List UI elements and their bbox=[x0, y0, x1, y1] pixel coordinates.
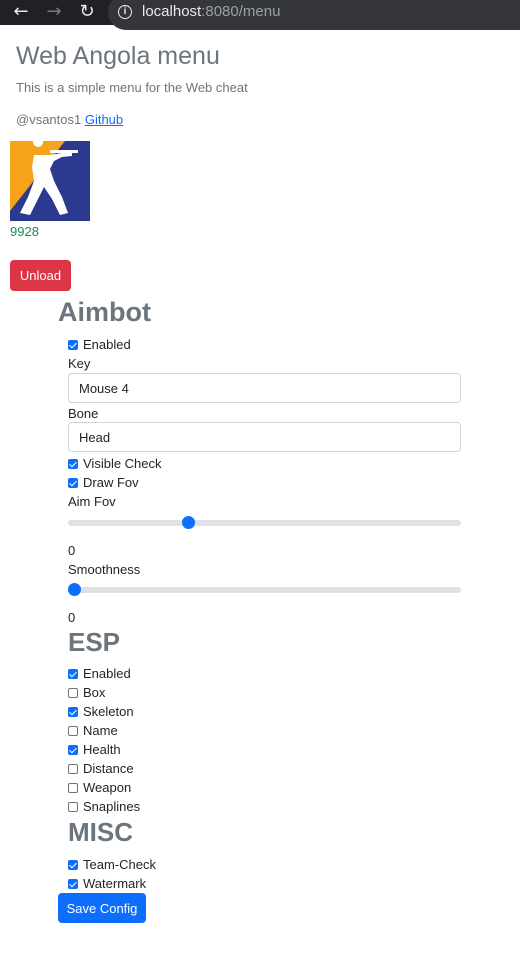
checkbox-label: Box bbox=[83, 685, 106, 700]
bone-label: Bone bbox=[68, 406, 99, 421]
checkbox-label: Visible Check bbox=[83, 456, 162, 471]
checkbox-label: Watermark bbox=[83, 876, 147, 891]
github-link[interactable]: Github bbox=[85, 112, 123, 127]
esp-health-checkbox[interactable]: Health bbox=[68, 741, 121, 758]
author-credit: @vsantos1 Github bbox=[16, 112, 123, 127]
visible-check-checkbox[interactable]: Visible Check bbox=[68, 455, 162, 472]
misc-team-check-checkbox[interactable]: Team-Check bbox=[68, 856, 156, 873]
draw-fov-checkbox[interactable]: Draw Fov bbox=[68, 474, 139, 491]
checkbox-label: Skeleton bbox=[83, 704, 134, 719]
checkbox-icon[interactable] bbox=[68, 801, 78, 812]
user-id: 9928 bbox=[10, 224, 39, 239]
slider-thumb[interactable] bbox=[68, 583, 81, 596]
esp-box-checkbox[interactable]: Box bbox=[68, 684, 105, 701]
checkbox-label: Health bbox=[83, 742, 121, 757]
checkbox-icon[interactable] bbox=[68, 763, 78, 774]
checkbox-label: Draw Fov bbox=[83, 475, 139, 490]
page-title: Web Angola menu bbox=[16, 42, 220, 70]
checkbox-label: Enabled bbox=[83, 666, 131, 681]
key-input[interactable] bbox=[68, 373, 461, 403]
bone-input[interactable] bbox=[68, 422, 461, 452]
checkbox-icon[interactable] bbox=[68, 859, 78, 870]
aim-fov-value: 0 bbox=[68, 543, 76, 558]
checkbox-icon[interactable] bbox=[68, 878, 78, 889]
esp-weapon-checkbox[interactable]: Weapon bbox=[68, 779, 131, 796]
checkbox-label: Name bbox=[83, 723, 118, 738]
aimbot-enabled-checkbox[interactable]: Enabled bbox=[68, 336, 131, 353]
misc-heading: MISC bbox=[68, 817, 133, 847]
counter-strike-logo bbox=[10, 141, 90, 221]
url-host: localhost bbox=[142, 3, 202, 20]
checkbox-icon[interactable] bbox=[68, 782, 78, 793]
unload-button[interactable]: Unload bbox=[10, 260, 71, 291]
checkbox-icon[interactable] bbox=[68, 687, 78, 698]
smoothness-value: 0 bbox=[68, 610, 76, 625]
smoothness-label: Smoothness bbox=[68, 562, 141, 577]
checkbox-icon[interactable] bbox=[68, 458, 78, 469]
checkbox-icon[interactable] bbox=[68, 706, 78, 717]
checkbox-icon[interactable] bbox=[68, 339, 78, 350]
checkbox-label: Team-Check bbox=[83, 857, 156, 872]
checkbox-icon[interactable] bbox=[68, 477, 78, 488]
esp-snaplines-checkbox[interactable]: Snaplines bbox=[68, 798, 140, 815]
misc-watermark-checkbox[interactable]: Watermark bbox=[68, 875, 146, 892]
smoothness-slider[interactable] bbox=[68, 583, 461, 596]
esp-enabled-checkbox[interactable]: Enabled bbox=[68, 665, 131, 682]
checkbox-label: Enabled bbox=[83, 337, 131, 352]
aim-fov-slider[interactable] bbox=[68, 516, 461, 529]
checkbox-icon[interactable] bbox=[68, 725, 78, 736]
esp-name-checkbox[interactable]: Name bbox=[68, 722, 118, 739]
checkbox-label: Distance bbox=[83, 761, 134, 776]
reload-icon[interactable]: ↻ bbox=[76, 1, 98, 23]
checkbox-label: Weapon bbox=[83, 780, 132, 795]
url-path: :8080/menu bbox=[201, 3, 281, 20]
slider-thumb[interactable] bbox=[182, 516, 195, 529]
browser-toolbar: ← → ↻ i localhost:8080/menu bbox=[0, 0, 520, 30]
info-icon[interactable]: i bbox=[118, 5, 132, 19]
forward-arrow-icon[interactable]: → bbox=[43, 1, 65, 23]
back-arrow-icon[interactable]: ← bbox=[10, 1, 32, 23]
author-handle: @vsantos1 bbox=[16, 112, 85, 127]
save-config-button[interactable]: Save Config bbox=[58, 893, 146, 923]
checkbox-label: Snaplines bbox=[83, 799, 141, 814]
esp-distance-checkbox[interactable]: Distance bbox=[68, 760, 134, 777]
checkbox-icon[interactable] bbox=[68, 668, 78, 679]
esp-heading: ESP bbox=[68, 627, 121, 657]
aimbot-heading: Aimbot bbox=[58, 297, 151, 327]
key-label: Key bbox=[68, 356, 91, 371]
checkbox-icon[interactable] bbox=[68, 744, 78, 755]
esp-skeleton-checkbox[interactable]: Skeleton bbox=[68, 703, 134, 720]
aim-fov-label: Aim Fov bbox=[68, 494, 116, 509]
page-subtitle: This is a simple menu for the Web cheat bbox=[16, 80, 248, 95]
url-text[interactable]: localhost:8080/menu bbox=[142, 3, 280, 20]
